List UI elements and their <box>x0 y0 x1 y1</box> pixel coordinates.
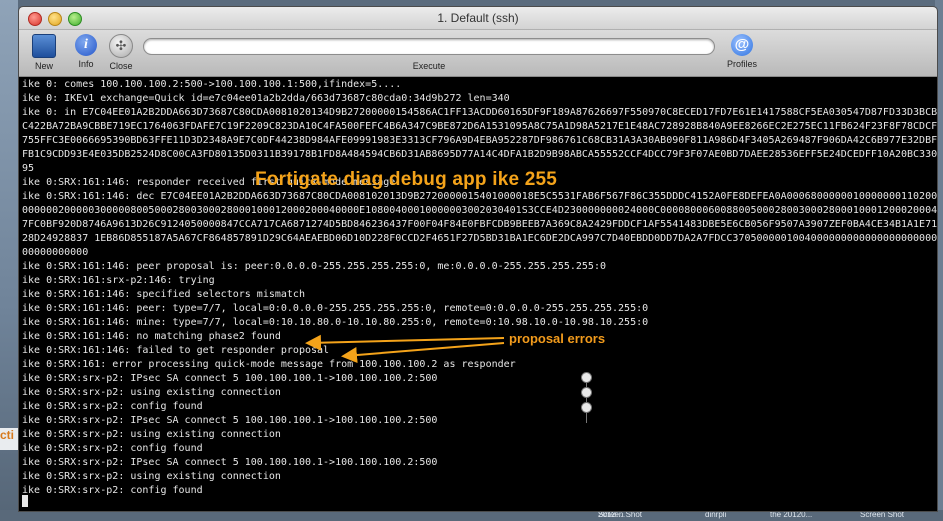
desktop-text-fragment: cti <box>0 428 18 450</box>
execute-label: Execute <box>412 61 446 71</box>
terminal-line: 28D24928837 1EB86D855187A5A67CF864857891… <box>22 233 937 244</box>
command-input[interactable] <box>143 38 715 55</box>
terminal-line: ike 0:SRX:srx-p2: config found <box>22 485 203 496</box>
terminal-output[interactable]: ike 0: comes 100.100.100.2:500->100.100.… <box>19 77 937 511</box>
scroll-dot <box>582 403 591 412</box>
terminal-line: ike 0:SRX:srx-p2: IPsec SA connect 5 100… <box>22 457 438 468</box>
terminal-line: ike 0: in E7C04EE01A2B2DDA663D73687C80CD… <box>22 107 937 118</box>
terminal-window: 1. Default (ssh) New i Info ✣ Close Exec… <box>18 6 938 512</box>
new-button-label: New <box>34 61 53 71</box>
terminal-line: 7FC0BF920D8746A9613D26C9124050000847CCA7… <box>22 219 937 230</box>
terminal-line: 00000000000 <box>22 247 89 258</box>
terminal-line: ike 0:SRX:161:146: mine: type=7/7, local… <box>22 317 649 328</box>
scroll-indicator <box>582 373 594 418</box>
terminal-line: ike 0:SRX:161:146: peer: type=7/7, local… <box>22 303 649 314</box>
terminal-line: 0000002000003000008005000280030002800010… <box>22 205 937 216</box>
terminal-line: ike 0:SRX:srx-p2: config found <box>22 401 203 412</box>
close-button-label: Close <box>109 61 133 71</box>
text-cursor <box>22 495 28 507</box>
terminal-line: ike 0:SRX:srx-p2: IPsec SA connect 5 100… <box>22 373 438 384</box>
terminal-line: ike 0:SRX:srx-p2: using existing connect… <box>22 429 281 440</box>
terminal-line: ike 0:SRX:161:146: dec E7C04EE01A2B2DDA6… <box>22 191 937 202</box>
terminal-line: C422BA72BA9CBBE719EC1764063FDAFE7C19F220… <box>22 121 937 132</box>
terminal-line: ike 0: IKEv1 exchange=Quick id=e7c04ee01… <box>22 93 510 104</box>
desktop-background-left: cti <box>0 0 18 521</box>
scroll-dot <box>582 388 591 397</box>
profiles-button[interactable]: @ Profiles <box>725 34 759 69</box>
annotation-proposal-errors: proposal errors <box>509 331 606 346</box>
terminal-line: ike 0:SRX:srx-p2: using existing connect… <box>22 387 281 398</box>
profiles-button-label: Profiles <box>726 59 757 69</box>
terminal-line: ike 0:SRX:161:146: no matching phase2 fo… <box>22 331 281 342</box>
arrow-to-no-matching <box>305 334 505 351</box>
info-icon: i <box>75 34 97 56</box>
window-title: 1. Default (ssh) <box>437 11 519 25</box>
arrow-to-failed-proposal <box>341 342 505 363</box>
title-bar[interactable]: 1. Default (ssh) <box>19 7 937 30</box>
toolbar: New i Info ✣ Close Execute @ Profiles <box>19 30 937 77</box>
info-button-label: Info <box>78 59 94 69</box>
info-button[interactable]: i Info <box>69 34 103 69</box>
annotation-title: Fortigate diag debug app ike 255 <box>255 169 558 190</box>
terminal-line: ike 0:SRX:srx-p2: IPsec SA connect 5 100… <box>22 415 438 426</box>
terminal-line: ike 0:SRX:srx-p2: using existing connect… <box>22 471 281 482</box>
terminal-line: ike 0:SRX:srx-p2: config found <box>22 443 203 454</box>
terminal-line: ike 0:SRX:161:146: peer proposal is: pee… <box>22 261 606 272</box>
at-sign-icon: @ <box>731 34 753 56</box>
close-button[interactable]: ✣ Close <box>104 34 138 71</box>
terminal-line: FB1C9CDD93E4E035DB2524D8C00CA3FD80135D03… <box>22 149 937 160</box>
close-icon: ✣ <box>109 34 133 58</box>
terminal-line: ike 0: comes 100.100.100.2:500->100.100.… <box>22 79 402 90</box>
terminal-line: 95 <box>22 163 35 174</box>
terminal-line: 755FFC3E0066695390BD63FFE11D3D2348A9E7C0… <box>22 135 937 146</box>
scroll-dot <box>582 373 591 382</box>
new-window-icon <box>32 34 56 58</box>
new-button[interactable]: New <box>27 34 61 71</box>
terminal-line: ike 0:SRX:161:146: specified selectors m… <box>22 289 305 300</box>
terminal-line: ike 0:SRX:161:srx-p2:146: trying <box>22 275 215 286</box>
terminal-line: ike 0:SRX:161: error processing quick-mo… <box>22 359 516 370</box>
terminal-line: ike 0:SRX:161:146: failed to get respond… <box>22 345 330 356</box>
